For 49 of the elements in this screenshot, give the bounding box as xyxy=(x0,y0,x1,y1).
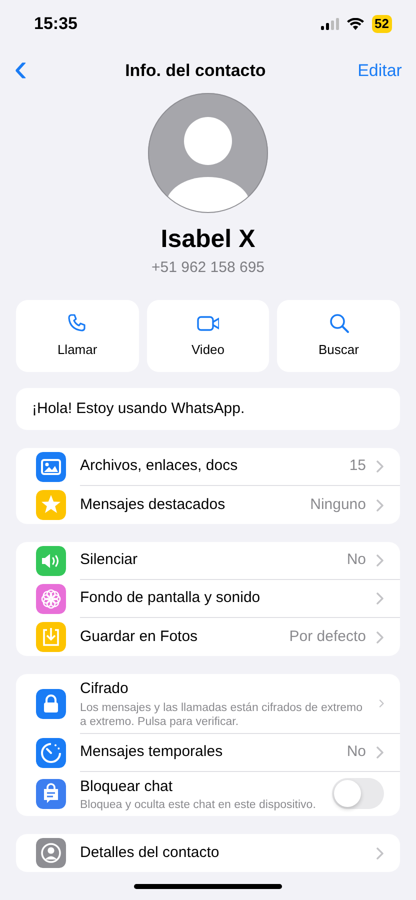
search-icon xyxy=(328,312,350,334)
battery-level: 52 xyxy=(372,15,392,33)
status-time: 15:35 xyxy=(34,13,78,36)
about-text: ¡Hola! Estoy usando WhatsApp. xyxy=(16,388,400,430)
phone-icon xyxy=(66,312,88,334)
edit-button[interactable]: Editar xyxy=(358,58,402,84)
action-button[interactable]: Llamar xyxy=(16,300,139,372)
settings-row[interactable]: Fondo de pantalla y sonido xyxy=(16,580,400,618)
row-label: Bloquear chat xyxy=(80,776,174,796)
action-button[interactable]: Buscar xyxy=(277,300,400,372)
row-value: Ninguno xyxy=(310,494,366,515)
settings-row[interactable]: Mensajes temporales No xyxy=(16,734,400,772)
page-title: Info. del contacto xyxy=(125,60,266,82)
row-label: Detalles del contacto xyxy=(80,842,220,863)
settings-row[interactable]: Archivos, enlaces, docs 15 xyxy=(16,448,400,486)
chevron-icon xyxy=(376,746,384,758)
toggle-switch[interactable] xyxy=(332,778,384,810)
chevron-icon xyxy=(378,696,384,710)
row-value: Por defecto xyxy=(289,626,366,647)
back-button[interactable]: ‹ xyxy=(14,52,34,88)
chevron-icon xyxy=(376,592,384,605)
chevron-icon xyxy=(376,846,384,860)
contact-name: Isabel X xyxy=(160,224,256,255)
wifi-icon xyxy=(346,18,364,30)
row-label: Cifrado xyxy=(80,679,130,699)
signal-icon xyxy=(320,18,339,30)
row-label: Mensajes destacados xyxy=(80,494,226,515)
phone-number: +51 962 158 695 xyxy=(151,258,265,278)
row-value: No xyxy=(346,550,366,570)
settings-row[interactable]: Detalles del contacto xyxy=(16,834,400,872)
row-description: Los mensajes y las llamadas están cifrados de extremo a extremo. Pulsa para verificar. xyxy=(80,700,364,728)
settings-row[interactable]: Bloquear chat Bloquea y oculta este chat en este dispositivo. xyxy=(16,772,400,816)
settings-row[interactable]: Mensajes destacados Ninguno xyxy=(16,486,400,524)
row-description: Bloquea y oculta este chat en este dispositivo. xyxy=(80,798,317,812)
settings-row[interactable]: Guardar en Fotos Por defecto xyxy=(16,618,400,656)
settings-row[interactable]: Silenciar No xyxy=(16,542,400,580)
row-label: Guardar en Fotos xyxy=(80,626,199,647)
chevron-icon xyxy=(376,498,384,512)
action-button[interactable]: Video xyxy=(146,300,270,372)
chevron-icon xyxy=(376,460,384,473)
row-label: Fondo de pantalla y sonido xyxy=(80,588,262,608)
row-label: Mensajes temporales xyxy=(80,742,224,762)
row-label: Silenciar xyxy=(80,550,139,570)
row-value: No xyxy=(346,742,366,762)
chevron-icon xyxy=(376,554,384,567)
row-label: Archivos, enlaces, docs xyxy=(80,456,239,476)
row-value: 15 xyxy=(349,456,366,476)
chevron-icon xyxy=(376,630,384,644)
settings-row[interactable]: Cifrado Los mensajes y las llamadas están cifrados de extremo a extremo. Pulsa para verificar. xyxy=(16,674,400,734)
